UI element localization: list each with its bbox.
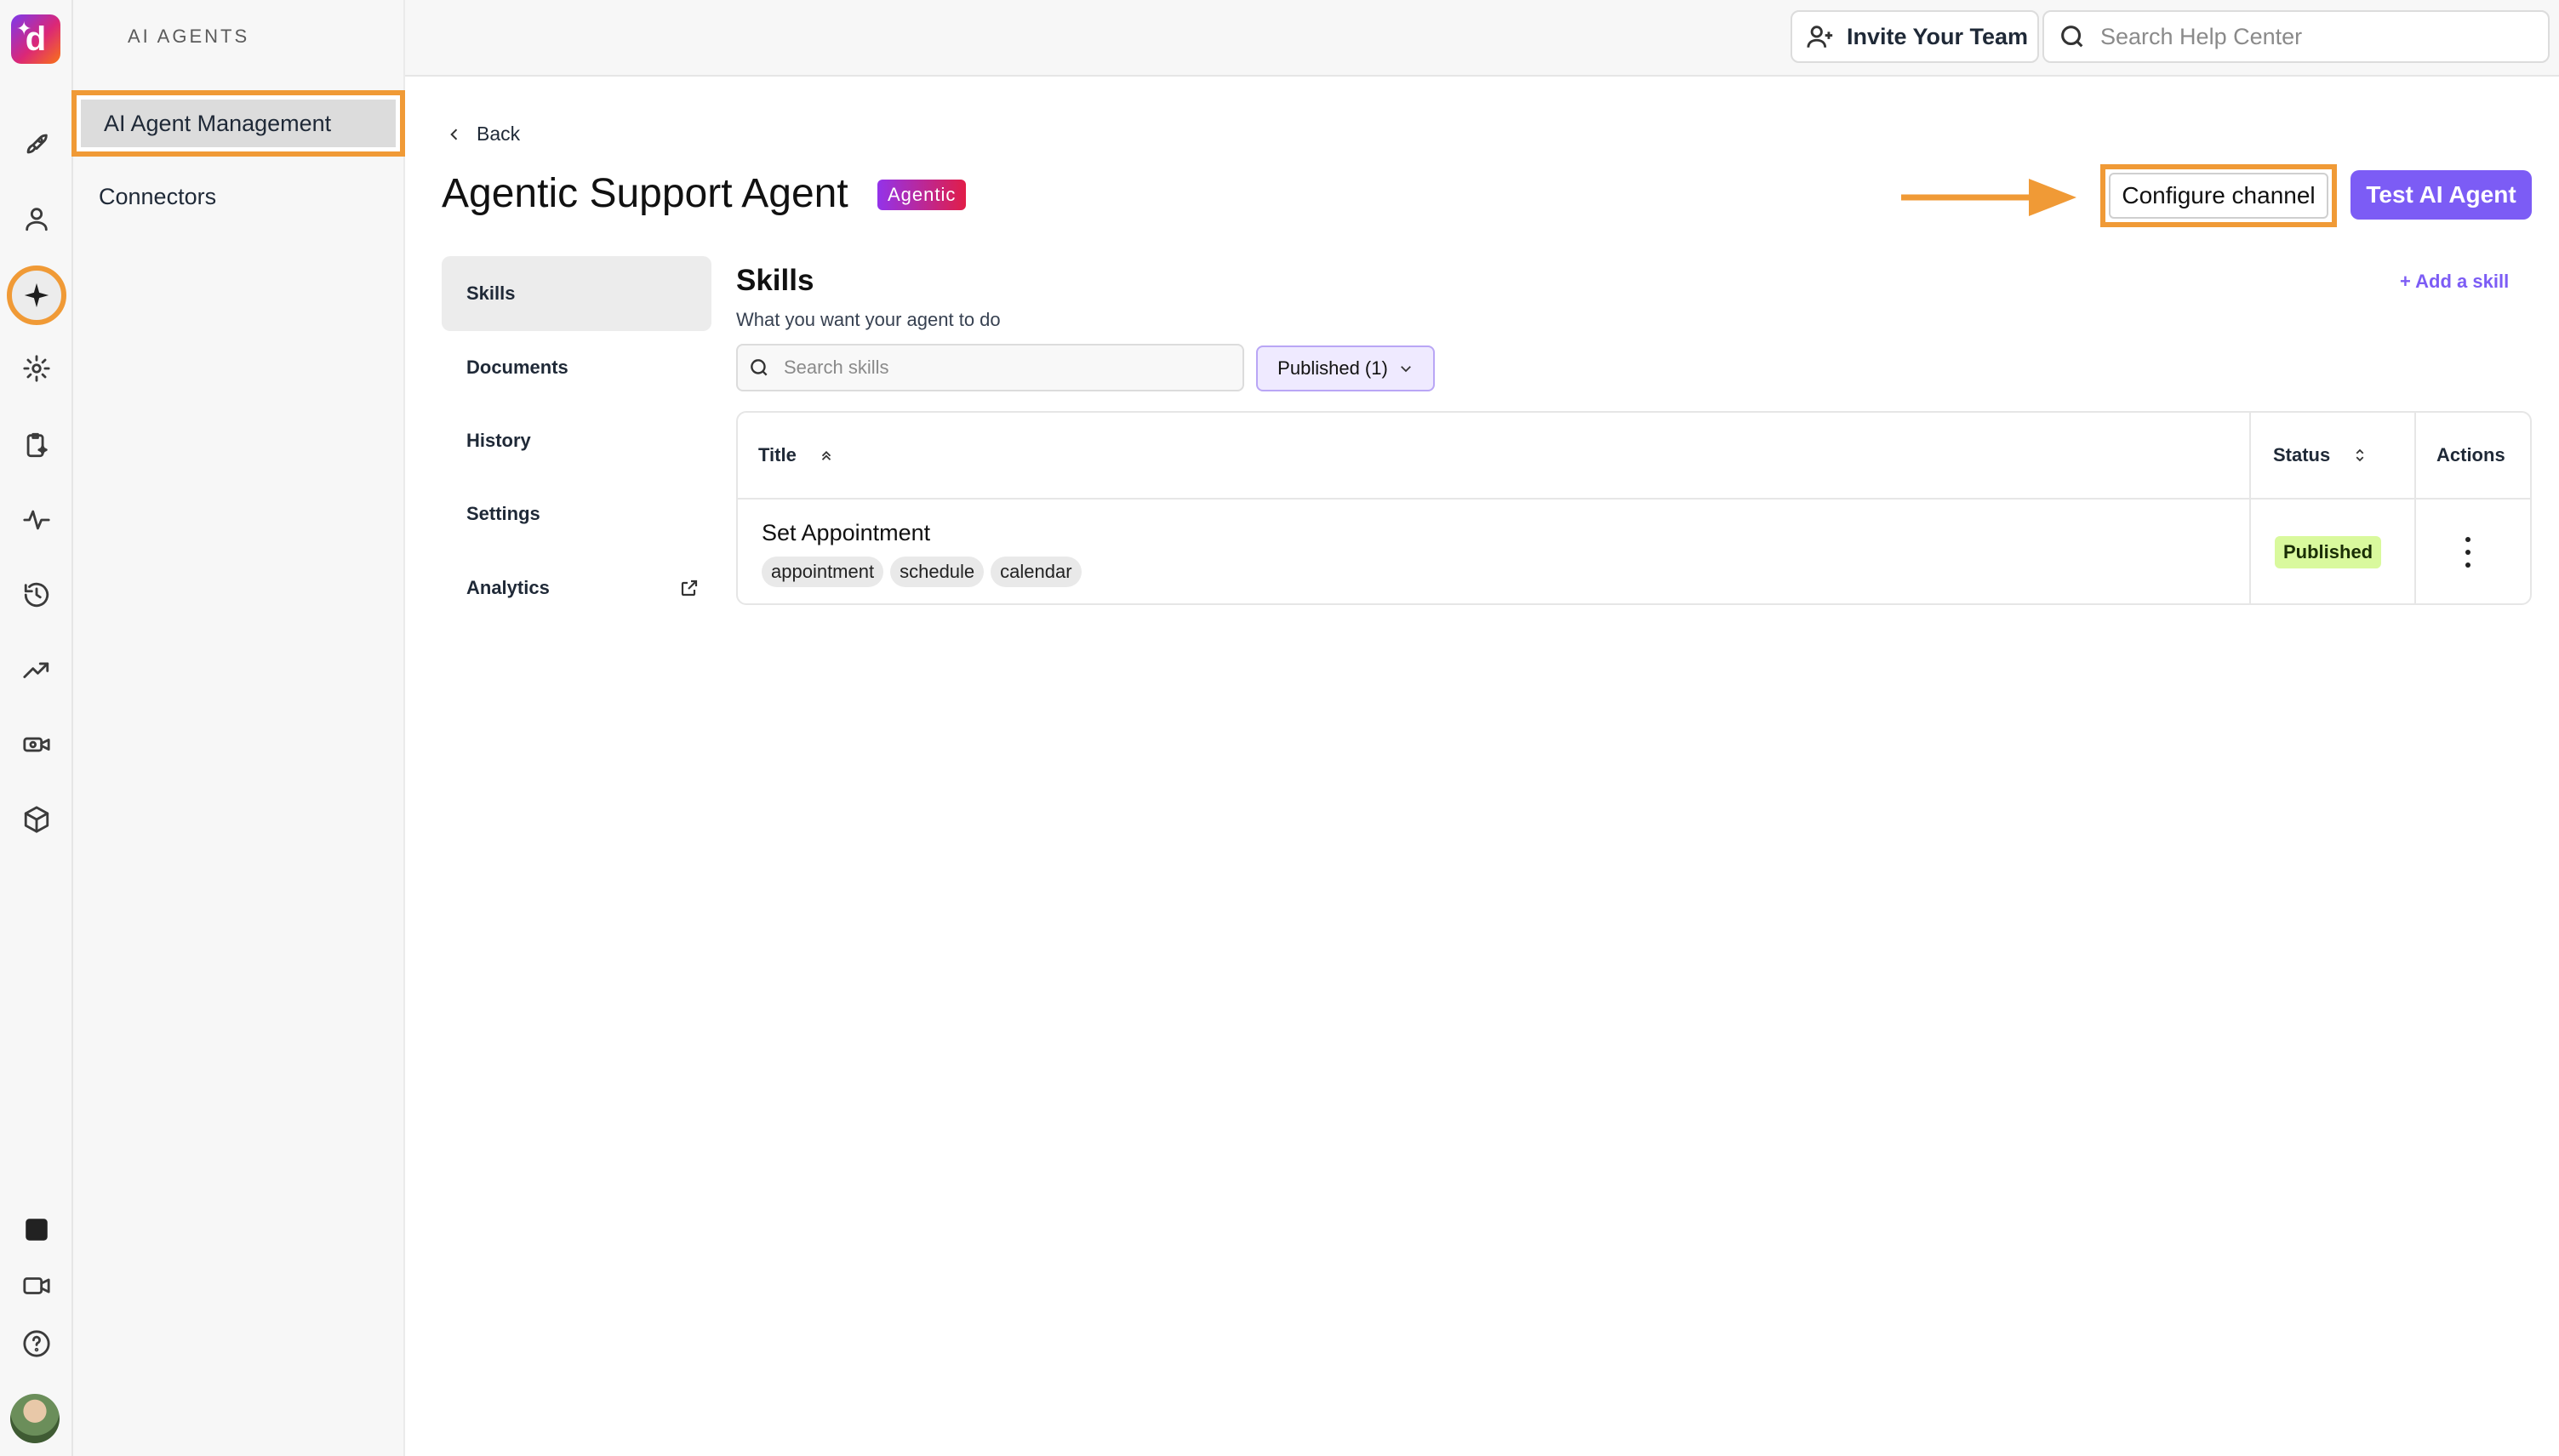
back-link[interactable]: Back	[446, 123, 520, 146]
clipboard-sparkle-icon[interactable]	[19, 427, 54, 463]
tab-skills[interactable]: Skills	[442, 256, 711, 331]
ai-agents-nav-active[interactable]	[7, 266, 66, 325]
tab-documents[interactable]: Documents	[442, 330, 711, 405]
brand-icon[interactable]	[19, 1212, 54, 1248]
trend-icon[interactable]	[19, 652, 54, 688]
search-icon	[2061, 26, 2083, 48]
logo-sparkle-icon: ✦	[16, 18, 32, 39]
app-root: ✦ d AI AGENTS AI Agent Management Connec…	[0, 0, 2559, 1456]
column-divider	[2414, 413, 2416, 603]
sort-ascending-icon	[821, 450, 831, 460]
chevron-left-icon	[450, 128, 458, 140]
tab-analytics-label: Analytics	[466, 577, 550, 598]
arrow-annotation-icon	[1901, 179, 2076, 216]
skill-tags: appointment schedule calendar	[762, 557, 1082, 587]
app-logo[interactable]: ✦ d	[11, 14, 60, 64]
help-search-input[interactable]	[2100, 23, 2526, 50]
avatar[interactable]	[10, 1394, 60, 1443]
skills-subtitle: What you want your agent to do	[736, 309, 1001, 330]
skills-search	[736, 344, 1244, 391]
activity-icon[interactable]	[19, 502, 54, 538]
status-filter-dropdown[interactable]: Published (1)	[1256, 345, 1435, 391]
tab-analytics[interactable]: Analytics	[442, 551, 711, 625]
add-skill-link[interactable]: + Add a skill	[2400, 271, 2509, 293]
column-divider	[2249, 413, 2251, 603]
skill-tag: schedule	[890, 557, 985, 587]
column-header-status[interactable]: Status	[2273, 413, 2368, 498]
agentic-badge: Agentic	[877, 180, 967, 210]
chevron-down-icon	[1400, 366, 1411, 373]
skills-table: Title Status Actions Set Appointment app…	[736, 411, 2532, 605]
sidebar-item-label: AI Agent Management	[81, 100, 396, 147]
external-link-icon	[681, 580, 698, 597]
configure-channel-highlight: Configure channel	[2100, 164, 2337, 227]
help-icon[interactable]	[19, 1326, 54, 1362]
search-icon	[751, 359, 768, 376]
invite-team-button[interactable]: Invite Your Team	[1791, 10, 2039, 63]
status-filter-label: Published (1)	[1277, 357, 1388, 379]
skill-title: Set Appointment	[762, 520, 931, 545]
configure-channel-button[interactable]: Configure channel	[2109, 173, 2328, 219]
sort-icon	[2356, 448, 2364, 462]
column-status-label: Status	[2273, 444, 2331, 465]
camera-icon[interactable]	[19, 1268, 54, 1304]
rocket-icon[interactable]	[19, 126, 54, 162]
column-header-title[interactable]: Title	[758, 413, 834, 498]
tab-history[interactable]: History	[442, 403, 711, 478]
secondary-sidebar	[73, 0, 405, 1456]
column-title-label: Title	[758, 444, 797, 465]
user-icon[interactable]	[19, 201, 54, 237]
skills-heading: Skills	[736, 264, 814, 297]
sidebar-item-ai-agent-management[interactable]: AI Agent Management	[71, 90, 405, 157]
test-ai-agent-button[interactable]: Test AI Agent	[2351, 170, 2532, 220]
gear-icon[interactable]	[19, 351, 54, 386]
history-icon[interactable]	[19, 577, 54, 613]
invite-team-label: Invite Your Team	[1847, 23, 2029, 49]
section-label: AI AGENTS	[128, 26, 250, 47]
help-search	[2042, 10, 2550, 63]
skill-tag: appointment	[762, 557, 884, 587]
status-badge: Published	[2275, 536, 2382, 568]
skill-tag: calendar	[991, 557, 1082, 587]
sidebar-item-connectors[interactable]: Connectors	[99, 184, 216, 210]
tab-settings[interactable]: Settings	[442, 477, 711, 551]
skills-search-input[interactable]	[784, 357, 1226, 379]
user-plus-icon	[1807, 26, 1833, 48]
icon-rail: ✦ d	[0, 0, 73, 1456]
sparkle-icon	[24, 283, 49, 308]
back-label: Back	[477, 123, 521, 145]
video-settings-icon[interactable]	[19, 727, 54, 762]
page-title: Agentic Support Agent	[442, 171, 848, 216]
box-icon[interactable]	[19, 802, 54, 837]
column-header-actions: Actions	[2436, 444, 2505, 465]
header-divider	[738, 498, 2530, 500]
row-actions-menu-icon[interactable]	[2457, 537, 2479, 568]
